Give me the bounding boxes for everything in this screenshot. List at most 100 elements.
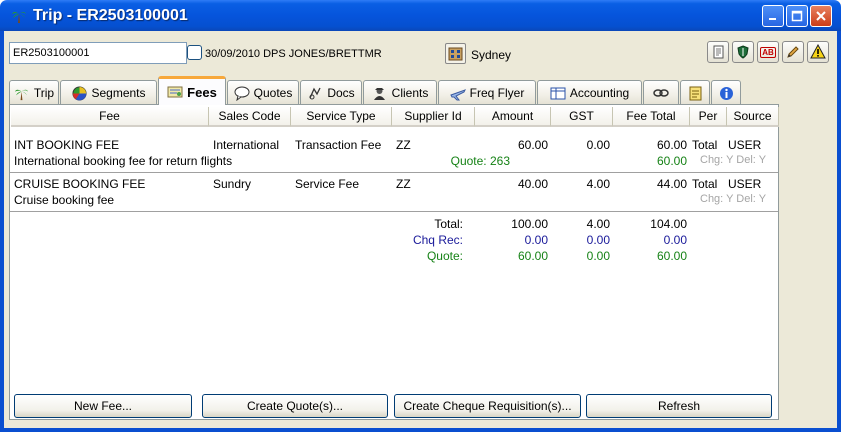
tab-quotes[interactable]: Quotes [227, 80, 299, 105]
trip-id-field[interactable]: ER2503100001 [9, 42, 187, 64]
spellcheck-button[interactable]: AB [757, 41, 779, 63]
column-header-sales-code[interactable]: Sales Code [209, 107, 291, 127]
column-header-fee[interactable]: Fee [11, 107, 209, 127]
freq-flyer-icon [449, 85, 466, 101]
refresh-button[interactable]: Refresh [586, 394, 772, 418]
location-label: Sydney [471, 48, 512, 62]
tab-clients-label: Clients [391, 86, 429, 100]
sales-code: Sundry [213, 177, 252, 191]
shield-button[interactable] [732, 41, 754, 63]
tab-segments[interactable]: Segments [60, 80, 157, 105]
window-client-area: ER2503100001 30/09/2010 DPS JONES/BRETTM… [4, 31, 837, 428]
gst: 0.00 [586, 138, 610, 152]
chq-rec-label: Chq Rec: [412, 233, 463, 247]
trip-checkbox[interactable] [187, 45, 202, 60]
per: Total [692, 177, 718, 191]
building-icon [448, 47, 463, 61]
tab-freq-flyer[interactable]: Freq Flyer [438, 80, 536, 105]
change-delete-flags: Chg: Y Del: Y [700, 193, 767, 205]
amount: 40.00 [517, 177, 548, 191]
quote-label: Quote: [426, 249, 463, 263]
create-quote-button[interactable]: Create Quote(s)... [202, 394, 388, 418]
total-gst: 4.00 [586, 217, 610, 231]
pencil-button[interactable] [782, 41, 804, 63]
tab-accounting[interactable]: Accounting [537, 80, 642, 105]
tab-fees[interactable]: Fees [158, 76, 226, 105]
window-title: Trip - ER2503100001 [33, 6, 188, 24]
tab-trip[interactable]: Trip [9, 80, 59, 105]
chq-rec-amount: 0.00 [524, 233, 548, 247]
column-header-supplier-id[interactable]: Supplier Id [392, 107, 475, 127]
tab-extra-info[interactable] [711, 80, 741, 105]
column-header-fee-total[interactable]: Fee Total [613, 107, 690, 127]
source: USER [728, 138, 762, 152]
notepad-icon [687, 85, 703, 101]
tab-segments-label: Segments [91, 86, 146, 100]
tab-freq-flyer-label: Freq Flyer [469, 86, 525, 100]
chq-rec-fee-total: 0.00 [663, 233, 687, 247]
total-fee-total: 104.00 [650, 217, 687, 231]
docs-icon [307, 85, 323, 101]
column-header-per[interactable]: Per [690, 107, 727, 127]
minimize-icon [769, 18, 776, 20]
total-label: Total: [434, 217, 463, 231]
tab-extra-notes[interactable] [680, 80, 710, 105]
column-header-amount[interactable]: Amount [475, 107, 551, 127]
palm-tree-icon [10, 7, 28, 25]
fees-panel: Fee Sales Code Service Type Supplier Id … [9, 104, 779, 420]
speech-bubble-icon [234, 85, 250, 101]
link-icon [653, 85, 669, 101]
maximize-icon [791, 10, 803, 22]
document-icon [713, 45, 724, 59]
warning-button[interactable] [807, 41, 829, 63]
tab-docs[interactable]: Docs [300, 80, 362, 105]
clients-icon [372, 85, 388, 101]
quote-fee-total: 60.00 [656, 249, 687, 263]
close-button[interactable] [810, 5, 832, 27]
document-button[interactable] [707, 41, 729, 63]
info-icon [718, 85, 734, 101]
segments-pie-icon [71, 85, 87, 101]
tab-extra-links[interactable] [643, 80, 679, 105]
new-fee-button[interactable]: New Fee... [14, 394, 192, 418]
minimize-button[interactable] [762, 5, 784, 27]
fee-total: 44.00 [656, 177, 687, 191]
pencil-icon [787, 46, 799, 58]
service-type: Transaction Fee [295, 138, 382, 152]
source: USER [728, 177, 762, 191]
quote-total: 60.00 [656, 154, 687, 168]
service-type: Service Fee [295, 177, 360, 191]
tab-quotes-label: Quotes [253, 86, 293, 100]
fees-icon [167, 84, 183, 100]
location-button[interactable] [445, 43, 466, 64]
quote-gst: 0.00 [586, 249, 610, 263]
palm-tree-icon [14, 85, 30, 101]
quote-amount: 60.00 [517, 249, 548, 263]
fee-description: Cruise booking fee [14, 193, 115, 207]
title-bar[interactable]: Trip - ER2503100001 [0, 0, 841, 31]
accounting-icon [550, 85, 566, 101]
total-amount: 100.00 [511, 217, 548, 231]
row-divider [10, 172, 778, 173]
fee-name: INT BOOKING FEE [14, 138, 120, 152]
create-cheque-requisition-button[interactable]: Create Cheque Requisition(s)... [394, 394, 581, 418]
supplier-id: ZZ [396, 138, 411, 152]
change-delete-flags: Chg: Y Del: Y [700, 154, 767, 166]
column-header-gst[interactable]: GST [551, 107, 613, 127]
shield-icon [737, 45, 749, 59]
sales-code: International [213, 138, 280, 152]
chq-rec-gst: 0.00 [586, 233, 610, 247]
column-header-source[interactable]: Source [727, 107, 779, 127]
warning-icon [810, 44, 826, 59]
maximize-button[interactable] [786, 5, 808, 27]
tab-strip: Trip Segments Fees Quotes Docs Clients F… [9, 76, 742, 105]
tab-clients[interactable]: Clients [363, 80, 437, 105]
supplier-id: ZZ [396, 177, 411, 191]
column-header-service-type[interactable]: Service Type [291, 107, 392, 127]
gst: 4.00 [586, 177, 610, 191]
row-divider [10, 211, 778, 212]
per: Total [692, 138, 718, 152]
spellcheck-icon: AB [760, 46, 776, 58]
tab-accounting-label: Accounting [569, 86, 630, 100]
tab-trip-label: Trip [33, 86, 55, 100]
